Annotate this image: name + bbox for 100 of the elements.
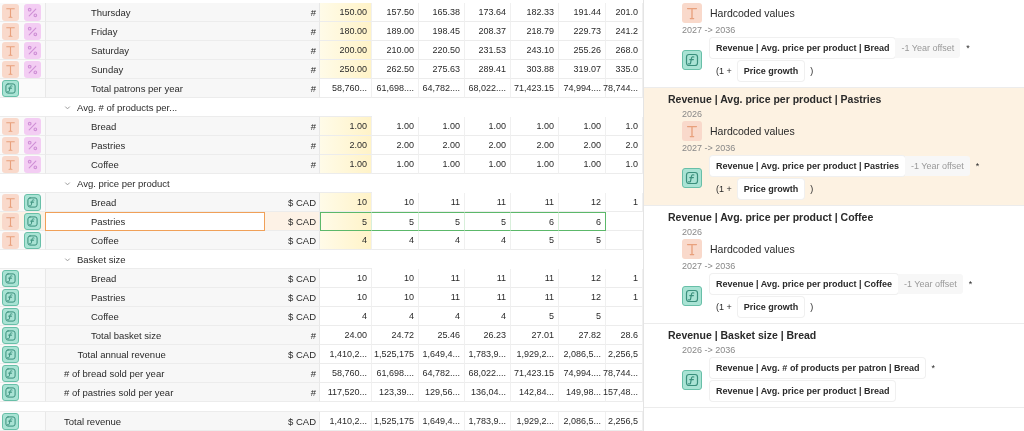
reference-chip[interactable]: Revenue | Avg. price per product | Coffee (710, 274, 898, 294)
reference-chip[interactable]: Revenue | Avg. price per product | Bread (710, 381, 896, 401)
offset-chip: -1 Year offset (897, 274, 963, 294)
text-type-icon (2, 60, 19, 78)
table-cell: 335.0 (606, 60, 643, 79)
table-cell: 71,423.15 (511, 364, 559, 383)
text-type-icon (682, 3, 702, 23)
operator: (1 + (715, 184, 733, 194)
year-range: 2027 -> 2036 (682, 261, 737, 271)
section-title: Revenue | Avg. price per product | Pastries (668, 93, 883, 105)
row-label[interactable]: Pastries (45, 136, 265, 155)
group-label[interactable]: Avg. # of products per... (77, 101, 178, 113)
group-label[interactable]: Basket size (77, 253, 126, 265)
table-cell: 10 (372, 193, 419, 212)
reference-chip[interactable]: Revenue | Avg. # of products per patron | Bread (710, 358, 926, 378)
unit-cell: # (265, 60, 320, 79)
table-cell: 6 (559, 212, 606, 231)
reference-chip[interactable]: Revenue | Avg. price per product | Pastries (710, 156, 905, 176)
row-label[interactable]: Thursday (45, 3, 265, 22)
table-cell: 12 (559, 193, 606, 212)
table-cell: 5 (372, 212, 419, 231)
row-label[interactable]: Coffee (45, 231, 265, 250)
table-cell: 231.53 (465, 41, 511, 60)
reference-chip[interactable]: Price growth (737, 179, 805, 199)
row-label[interactable]: Saturday (45, 41, 265, 60)
unit-cell: $ CAD (265, 212, 320, 231)
row-label[interactable]: Coffee (45, 155, 265, 174)
operator: * (930, 363, 936, 373)
table-cell: 2.00 (465, 136, 511, 155)
row-label[interactable]: Total revenue (45, 412, 265, 431)
text-type-icon (2, 41, 19, 59)
table-cell: 4 (320, 307, 372, 326)
row-label[interactable]: Bread (45, 269, 265, 288)
table-cell: 61,698.... (372, 364, 419, 383)
table-cell: 1,929,2... (511, 412, 559, 431)
table-cell: 191.44 (559, 3, 606, 22)
table-cell: 275.63 (419, 60, 465, 79)
row-label[interactable]: Bread (45, 117, 265, 136)
table-cell: 2,086,5... (559, 345, 606, 364)
table-cell: 303.88 (511, 60, 559, 79)
unit-cell: $ CAD (265, 269, 320, 288)
group-label[interactable]: Avg. price per product (77, 177, 170, 189)
text-type-icon (2, 22, 19, 40)
row-label[interactable]: Pastries (45, 212, 265, 231)
operator: (1 + (715, 66, 733, 76)
table-cell: 4 (372, 307, 419, 326)
table-cell: 208.37 (465, 22, 511, 41)
row-label[interactable]: Bread (45, 193, 265, 212)
row-label[interactable]: Coffee (45, 307, 265, 326)
percent-icon (24, 136, 41, 154)
percent-icon (24, 60, 41, 78)
table-cell: 25.46 (419, 326, 465, 345)
operator: * (965, 43, 971, 53)
text-type-icon (682, 239, 702, 259)
text-type-icon (2, 155, 19, 173)
table-cell: 11 (511, 193, 559, 212)
function-icon (24, 212, 41, 230)
row-label[interactable]: Sunday (45, 60, 265, 79)
table-cell: 2,256,5 (606, 345, 643, 364)
table-cell: 268.0 (606, 41, 643, 60)
percent-icon (24, 3, 41, 21)
reference-chip[interactable]: Revenue | Avg. price per product | Bread (710, 38, 896, 58)
table-cell: 11 (465, 288, 511, 307)
function-icon (682, 285, 702, 306)
unit-cell: # (265, 364, 320, 383)
table-cell: 1.00 (559, 117, 606, 136)
table-cell: 117,520... (320, 383, 372, 402)
unit-cell: # (265, 3, 320, 22)
function-icon (2, 288, 19, 306)
function-icon (2, 412, 19, 430)
table-cell: 5 (511, 307, 559, 326)
row-label[interactable]: # of pastries sold per year (45, 383, 265, 402)
table-cell: 289.41 (465, 60, 511, 79)
hardcoded-label: Hardcoded values (710, 125, 795, 137)
text-type-icon (2, 212, 19, 230)
table-cell: 2.00 (372, 136, 419, 155)
text-type-icon (2, 3, 19, 21)
table-cell: 2.00 (511, 136, 559, 155)
function-icon (24, 193, 41, 211)
hardcoded-label: Hardcoded values (710, 243, 795, 255)
table-cell: 1,929,2... (511, 345, 559, 364)
table-cell: 11 (465, 193, 511, 212)
row-label[interactable]: # of bread sold per year (45, 364, 265, 383)
section-title: Revenue | Avg. price per product | Coffee (668, 211, 875, 223)
table-cell: 200.00 (320, 41, 372, 60)
row-label[interactable]: Friday (45, 22, 265, 41)
table-cell: 1 (606, 269, 643, 288)
row-label[interactable]: Total patrons per year (45, 79, 265, 98)
table-cell: 64,782.... (419, 364, 465, 383)
row-label[interactable]: Total basket size (45, 326, 265, 345)
table-cell: 2.00 (320, 136, 372, 155)
table-cell: 229.73 (559, 22, 606, 41)
offset-chip: -1 Year offset (904, 156, 970, 176)
row-label[interactable]: Pastries (45, 288, 265, 307)
reference-chip[interactable]: Price growth (737, 297, 805, 317)
function-icon (24, 231, 41, 249)
table-cell: 1.00 (511, 117, 559, 136)
table-cell: 173.64 (465, 3, 511, 22)
reference-chip[interactable]: Price growth (737, 61, 805, 81)
row-label[interactable]: Total annual revenue (45, 345, 265, 364)
